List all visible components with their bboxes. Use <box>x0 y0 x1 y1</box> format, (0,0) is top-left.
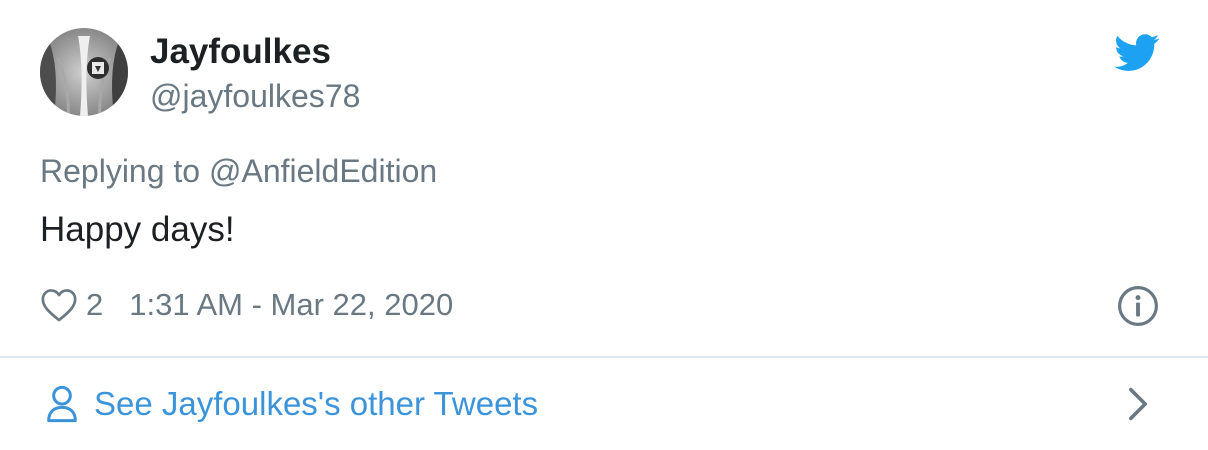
author-name[interactable]: Jayfoulkes <box>150 30 331 74</box>
like-count[interactable]: 2 <box>86 287 103 323</box>
person-icon <box>47 385 77 423</box>
reply-context[interactable]: Replying to @AnfieldEdition <box>40 150 437 192</box>
info-icon[interactable] <box>1117 285 1159 327</box>
see-other-tweets-link[interactable]: See Jayfoulkes's other Tweets <box>40 380 538 428</box>
embedded-tweet-card: Jayfoulkes @jayfoulkes78 Replying to @An… <box>0 0 1208 450</box>
heart-icon[interactable] <box>40 287 78 323</box>
avatar-image <box>40 28 128 116</box>
tweet-meta: 2 1:31 AM - Mar 22, 2020 <box>40 284 453 326</box>
tweet-timestamp[interactable]: 1:31 AM - Mar 22, 2020 <box>129 287 453 323</box>
chevron-right-icon[interactable] <box>1124 386 1152 422</box>
twitter-bird-icon[interactable] <box>1114 34 1160 72</box>
author-handle[interactable]: @jayfoulkes78 <box>150 76 360 116</box>
avatar[interactable] <box>40 28 128 116</box>
tweet-text: Happy days! <box>40 210 235 249</box>
see-other-tweets-label[interactable]: See Jayfoulkes's other Tweets <box>94 385 538 423</box>
divider <box>0 356 1208 358</box>
